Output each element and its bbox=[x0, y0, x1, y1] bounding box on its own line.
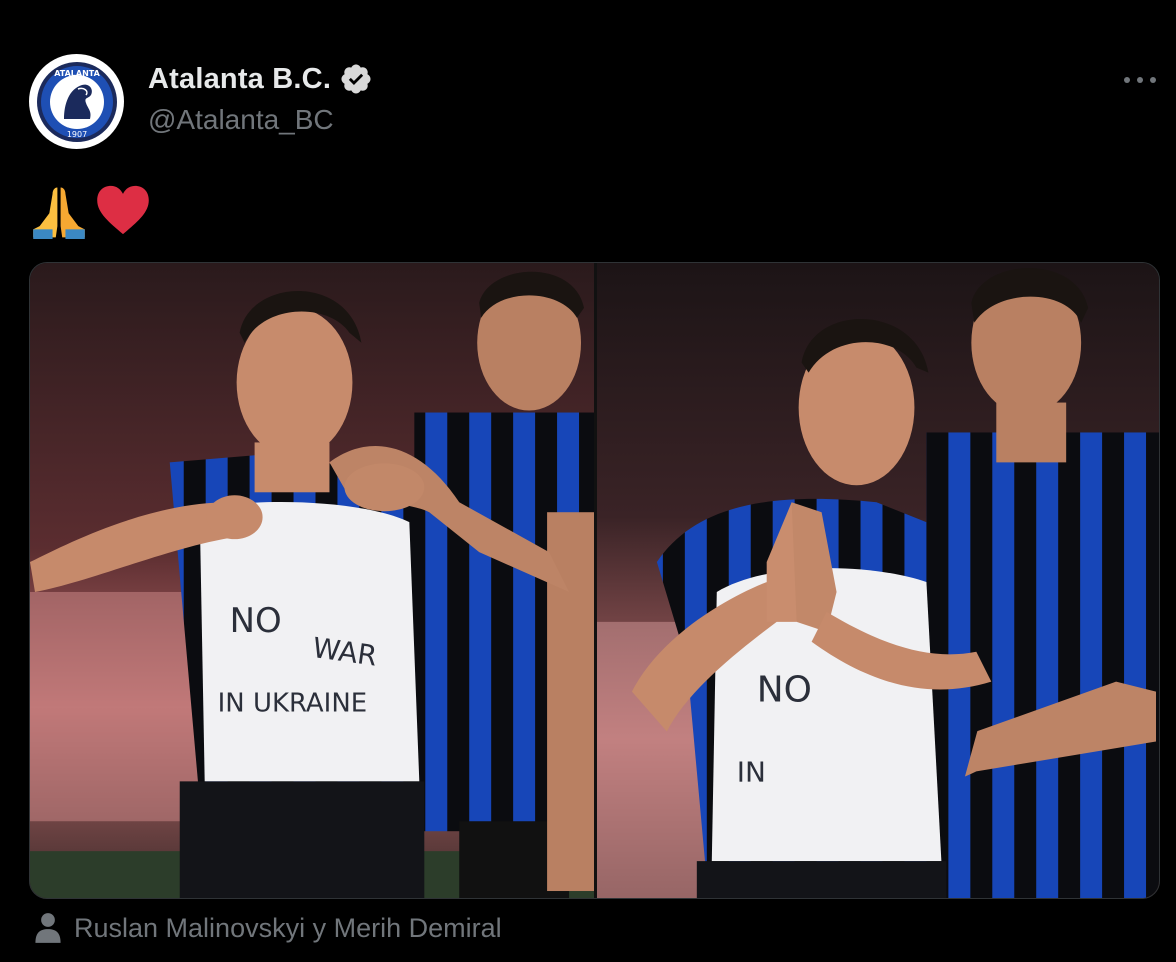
verified-badge-icon bbox=[341, 64, 371, 94]
football-players-photo: NO IN bbox=[597, 263, 1159, 898]
avatar[interactable]: ATALANTA 1907 bbox=[29, 54, 124, 149]
display-name[interactable]: Atalanta B.C. bbox=[148, 63, 331, 96]
football-players-photo: NO WAR IN UKRAINE bbox=[30, 263, 594, 898]
avatar-text-top: ATALANTA bbox=[54, 69, 100, 78]
more-dot bbox=[1137, 77, 1143, 83]
shirt-text-line-3: IN UKRAINE bbox=[218, 689, 367, 719]
avatar-text-bottom: 1907 bbox=[66, 130, 86, 139]
person-icon bbox=[35, 913, 61, 943]
folded-hands-emoji-icon bbox=[33, 187, 85, 239]
more-options-icon[interactable] bbox=[1124, 70, 1156, 90]
atalanta-crest-logo: ATALANTA 1907 bbox=[36, 61, 117, 142]
shirt-text-right-line-2: IN bbox=[737, 755, 766, 788]
author-handle[interactable]: @Atalanta_BC bbox=[148, 104, 334, 136]
tagged-people[interactable]: Ruslan Malinovskyi y Merih Demiral bbox=[34, 912, 502, 944]
shirt-text-right-line-1: NO bbox=[757, 670, 812, 711]
media-grid[interactable]: NO WAR IN UKRAINE NO IN bbox=[29, 262, 1160, 899]
tagged-people-text[interactable]: Ruslan Malinovskyi y Merih Demiral bbox=[74, 913, 502, 944]
red-heart-emoji-icon bbox=[97, 185, 149, 235]
tweet-text bbox=[30, 180, 152, 240]
more-dot bbox=[1150, 77, 1156, 83]
author-name-row[interactable]: Atalanta B.C. bbox=[148, 62, 373, 96]
photo-left[interactable]: NO WAR IN UKRAINE bbox=[30, 263, 594, 898]
shirt-text-line-1: NO bbox=[230, 601, 282, 640]
more-dot bbox=[1124, 77, 1130, 83]
photo-right[interactable]: NO IN bbox=[597, 263, 1159, 898]
